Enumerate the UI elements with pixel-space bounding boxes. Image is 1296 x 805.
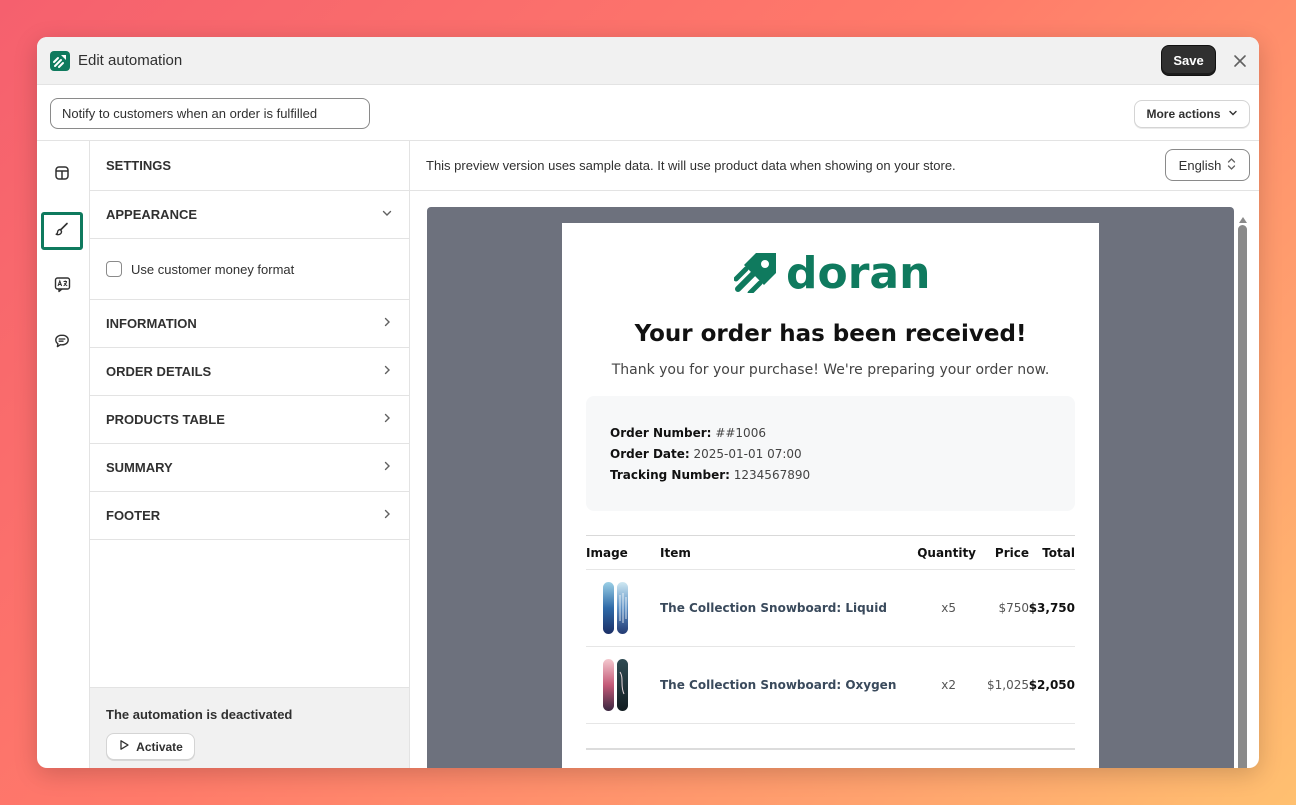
row-item-name: The Collection Snowboard: Liquid	[660, 601, 887, 615]
section-footer[interactable]: FOOTER	[90, 492, 409, 540]
email-title: Your order has been received!	[634, 321, 1027, 347]
preview-note: This preview version uses sample data. I…	[426, 158, 956, 173]
rail-layout-button[interactable]	[41, 156, 83, 194]
order-date-line: Order Date: 2025-01-01 07:00	[610, 444, 1051, 465]
rocket-logo-icon	[733, 249, 782, 298]
activate-label: Activate	[136, 739, 183, 754]
language-value: English	[1178, 157, 1222, 173]
paintbrush-icon	[54, 221, 70, 242]
activate-button[interactable]: Activate	[106, 733, 195, 760]
close-icon[interactable]	[1231, 52, 1249, 70]
save-button[interactable]: Save	[1161, 45, 1216, 76]
order-number-label: Order Number:	[610, 426, 712, 440]
chevron-down-icon	[381, 207, 393, 222]
more-actions-button[interactable]: More actions	[1134, 100, 1250, 128]
snowboard-oxygen-image	[602, 658, 630, 715]
email-preview: doran Your order has been received! Than…	[562, 223, 1099, 768]
automation-status-box: The automation is deactivated Activate	[90, 687, 409, 768]
section-products-table-label: PRODUCTS TABLE	[106, 412, 225, 427]
tracking-number-line: Tracking Number: 1234567890	[610, 465, 1051, 486]
preview-scrollbar[interactable]	[1238, 225, 1247, 768]
automation-name-input[interactable]	[50, 98, 370, 129]
row-price: $1,025	[987, 678, 1029, 692]
tracking-number-value: 1234567890	[733, 468, 811, 482]
email-subtitle: Thank you for your purchase! We're prepa…	[611, 362, 1050, 378]
order-date-label: Order Date:	[610, 447, 690, 461]
row-item-name: The Collection Snowboard: Oxygen	[660, 678, 897, 692]
products-table: Image Item Quantity Price Total The Coll…	[586, 535, 1075, 724]
translate-icon	[54, 276, 71, 298]
play-icon	[118, 739, 130, 754]
chevron-right-icon	[381, 412, 393, 427]
chevron-right-icon	[381, 316, 393, 331]
settings-header: SETTINGS	[90, 141, 409, 191]
chevron-right-icon	[381, 460, 393, 475]
select-arrows-icon	[1227, 157, 1236, 174]
language-select[interactable]: English	[1165, 149, 1250, 181]
table-row: The Collection Snowboard: Oxygen x2 $1,0…	[586, 647, 1075, 724]
section-order-details[interactable]: ORDER DETAILS	[90, 348, 409, 396]
more-actions-label: More actions	[1146, 107, 1221, 121]
header-price: Price	[994, 546, 1029, 560]
header-quantity: Quantity	[917, 546, 976, 560]
row-quantity: x5	[941, 601, 956, 615]
snowboard-liquid-image	[602, 581, 630, 638]
tracking-number-label: Tracking Number:	[610, 468, 730, 482]
money-format-row: Use customer money format	[90, 239, 409, 300]
preview-panel: This preview version uses sample data. I…	[410, 141, 1259, 768]
rail-appearance-button[interactable]	[41, 212, 83, 250]
order-info-box: Order Number: ##1006 Order Date: 2025-01…	[586, 396, 1075, 511]
section-summary[interactable]: SUMMARY	[90, 444, 409, 492]
order-date-value: 2025-01-01 07:00	[693, 447, 802, 461]
chevron-right-icon	[381, 364, 393, 379]
layout-icon	[54, 165, 70, 186]
row-quantity: x2	[941, 678, 956, 692]
window-title: Edit automation	[78, 52, 183, 69]
row-price: $750	[998, 601, 1029, 615]
header-total: Total	[1042, 546, 1075, 560]
rail-chat-button[interactable]	[41, 324, 83, 362]
email-divider	[586, 748, 1075, 750]
chevron-right-icon	[381, 508, 393, 523]
chevron-down-icon	[1228, 107, 1238, 121]
section-products-table[interactable]: PRODUCTS TABLE	[90, 396, 409, 444]
table-row: The Collection Snowboard: Liquid x5 $750…	[586, 570, 1075, 647]
section-appearance-label: APPEARANCE	[106, 207, 198, 222]
edit-automation-window: Edit automation Save More actions	[37, 37, 1259, 768]
section-appearance[interactable]: APPEARANCE	[90, 191, 409, 239]
row-total: $2,050	[1028, 678, 1075, 692]
settings-panel: SETTINGS APPEARANCE Use customer money f…	[90, 141, 410, 768]
automation-status-text: The automation is deactivated	[106, 707, 293, 722]
header-item: Item	[660, 546, 691, 560]
money-format-checkbox[interactable]	[106, 261, 122, 277]
header-image: Image	[586, 546, 628, 560]
section-information[interactable]: INFORMATION	[90, 300, 409, 348]
section-information-label: INFORMATION	[106, 316, 197, 331]
section-order-details-label: ORDER DETAILS	[106, 364, 212, 379]
order-number-value: ##1006	[715, 426, 766, 440]
app-logo-icon	[50, 51, 70, 71]
section-footer-label: FOOTER	[106, 508, 161, 523]
products-table-header: Image Item Quantity Price Total	[586, 536, 1075, 570]
chat-icon	[54, 333, 70, 354]
money-format-label: Use customer money format	[131, 261, 295, 277]
side-rail	[37, 141, 90, 768]
brand-name: doran	[786, 247, 931, 299]
toolbar: More actions	[37, 85, 1259, 141]
preview-bar: This preview version uses sample data. I…	[410, 141, 1259, 191]
row-total: $3,750	[1028, 601, 1075, 615]
brand-logo: doran	[733, 247, 931, 299]
order-number-line: Order Number: ##1006	[610, 423, 1051, 444]
rail-translate-button[interactable]	[41, 268, 83, 306]
section-summary-label: SUMMARY	[106, 460, 173, 475]
email-preview-canvas: doran Your order has been received! Than…	[427, 207, 1234, 768]
title-bar: Edit automation Save	[37, 37, 1259, 85]
